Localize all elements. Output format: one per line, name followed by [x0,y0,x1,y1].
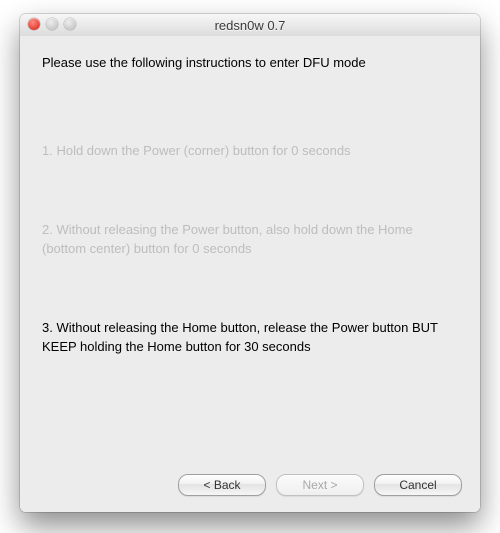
content-area: Please use the following instructions to… [20,36,480,512]
zoom-icon[interactable] [64,18,76,30]
next-button: Next > [276,474,364,496]
step-1: 1. Hold down the Power (corner) button f… [42,142,458,161]
window-controls [28,18,76,30]
back-button[interactable]: < Back [178,474,266,496]
step-3: 3. Without releasing the Home button, re… [42,319,458,357]
app-window: redsn0w 0.7 Please use the following ins… [20,14,480,512]
instruction-heading: Please use the following instructions to… [42,54,458,72]
titlebar[interactable]: redsn0w 0.7 [20,14,480,37]
minimize-icon[interactable] [46,18,58,30]
window-title: redsn0w 0.7 [215,18,286,33]
cancel-button[interactable]: Cancel [374,474,462,496]
wizard-buttons: < Back Next > Cancel [178,474,462,496]
close-icon[interactable] [28,18,40,30]
step-2: 2. Without releasing the Power button, a… [42,221,458,259]
